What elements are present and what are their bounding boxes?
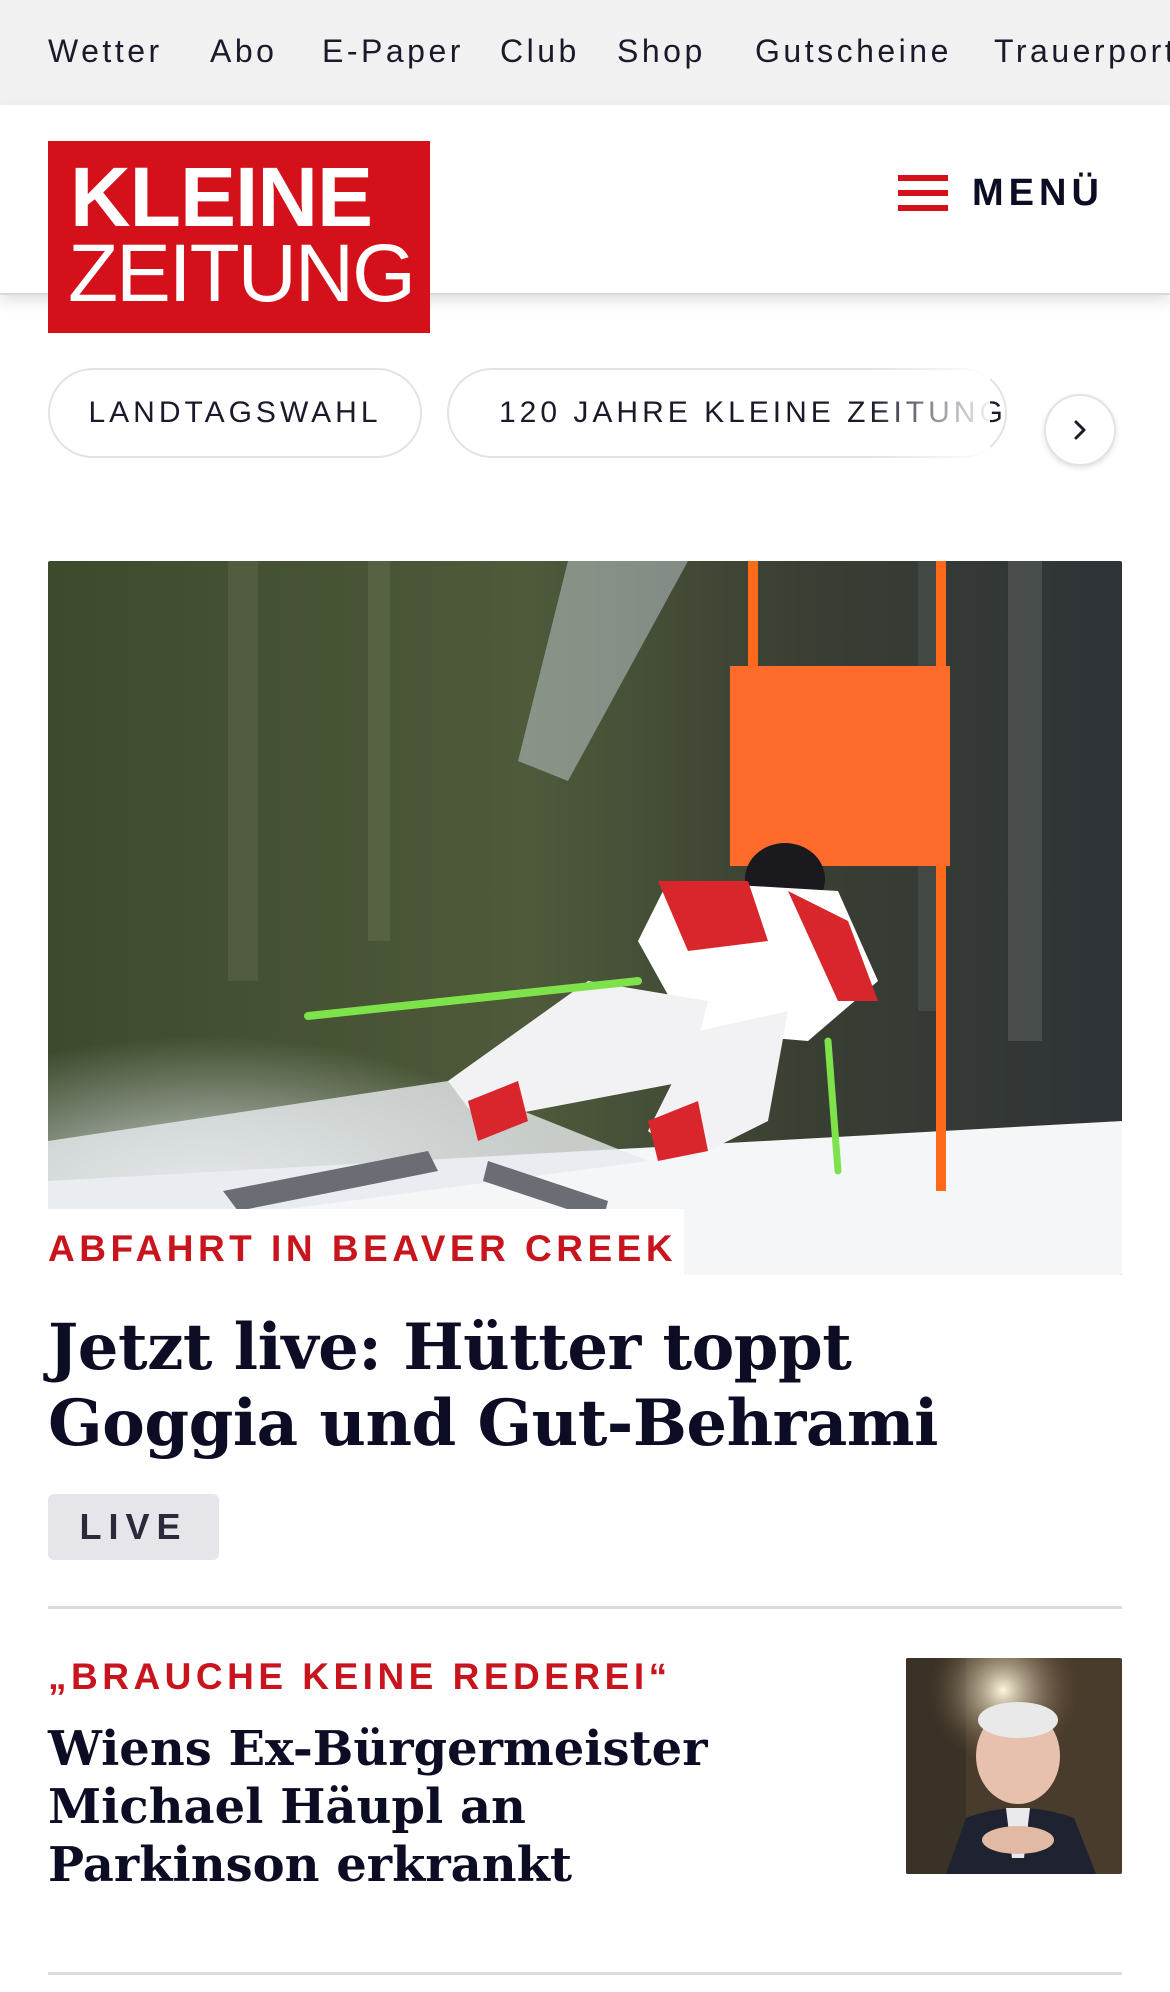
article-divider [48,1606,1122,1609]
live-badge: LIVE [48,1494,219,1560]
hero-headline[interactable]: Jetzt live: Hütter toppt Goggia und Gut-… [48,1310,948,1462]
service-nav: Wetter Abo E-Paper Club Shop Gutscheine … [0,0,1170,105]
topic-bar-fade [870,368,990,468]
topic-pill-landtagswahl[interactable]: LANDTAGSWAHL [48,368,422,458]
chevron-right-icon [1074,420,1086,440]
nav-link-wetter[interactable]: Wetter [48,33,163,70]
hero-image[interactable] [48,561,1122,1275]
nav-link-epaper[interactable]: E-Paper [322,33,464,70]
nav-link-shop[interactable]: Shop [617,33,706,70]
hamburger-icon [898,175,948,211]
hero-kicker: ABFAHRT IN BEAVER CREEK [48,1228,678,1269]
logo-line-2: ZEITUNG [68,228,416,319]
site-logo[interactable]: KLEINE ZEITUNG [48,141,430,333]
nav-link-gutscheine[interactable]: Gutscheine [755,33,952,70]
menu-button[interactable]: MENÜ [898,163,1104,223]
site-header: KLEINE ZEITUNG MENÜ [0,105,1170,333]
menu-label: MENÜ [972,171,1104,214]
nav-link-club[interactable]: Club [500,33,580,70]
article-thumbnail[interactable] [906,1658,1122,1874]
logo-line-1: KLEINE [70,150,373,244]
nav-link-trauerportal[interactable]: Trauerportal [994,33,1170,70]
nav-link-abo[interactable]: Abo [210,33,277,70]
topic-bar: LANDTAGSWAHL 120 JAHRE KLEINE ZEITUNG [0,368,1170,468]
topics-next-button[interactable] [1044,394,1116,466]
article-headline[interactable]: Wiens Ex-Bürgermeister Michael Häupl an … [48,1720,808,1894]
article-divider-2 [48,1972,1122,1975]
article-kicker: „BRAUCHE KEINE REDEREI“ [48,1656,672,1697]
